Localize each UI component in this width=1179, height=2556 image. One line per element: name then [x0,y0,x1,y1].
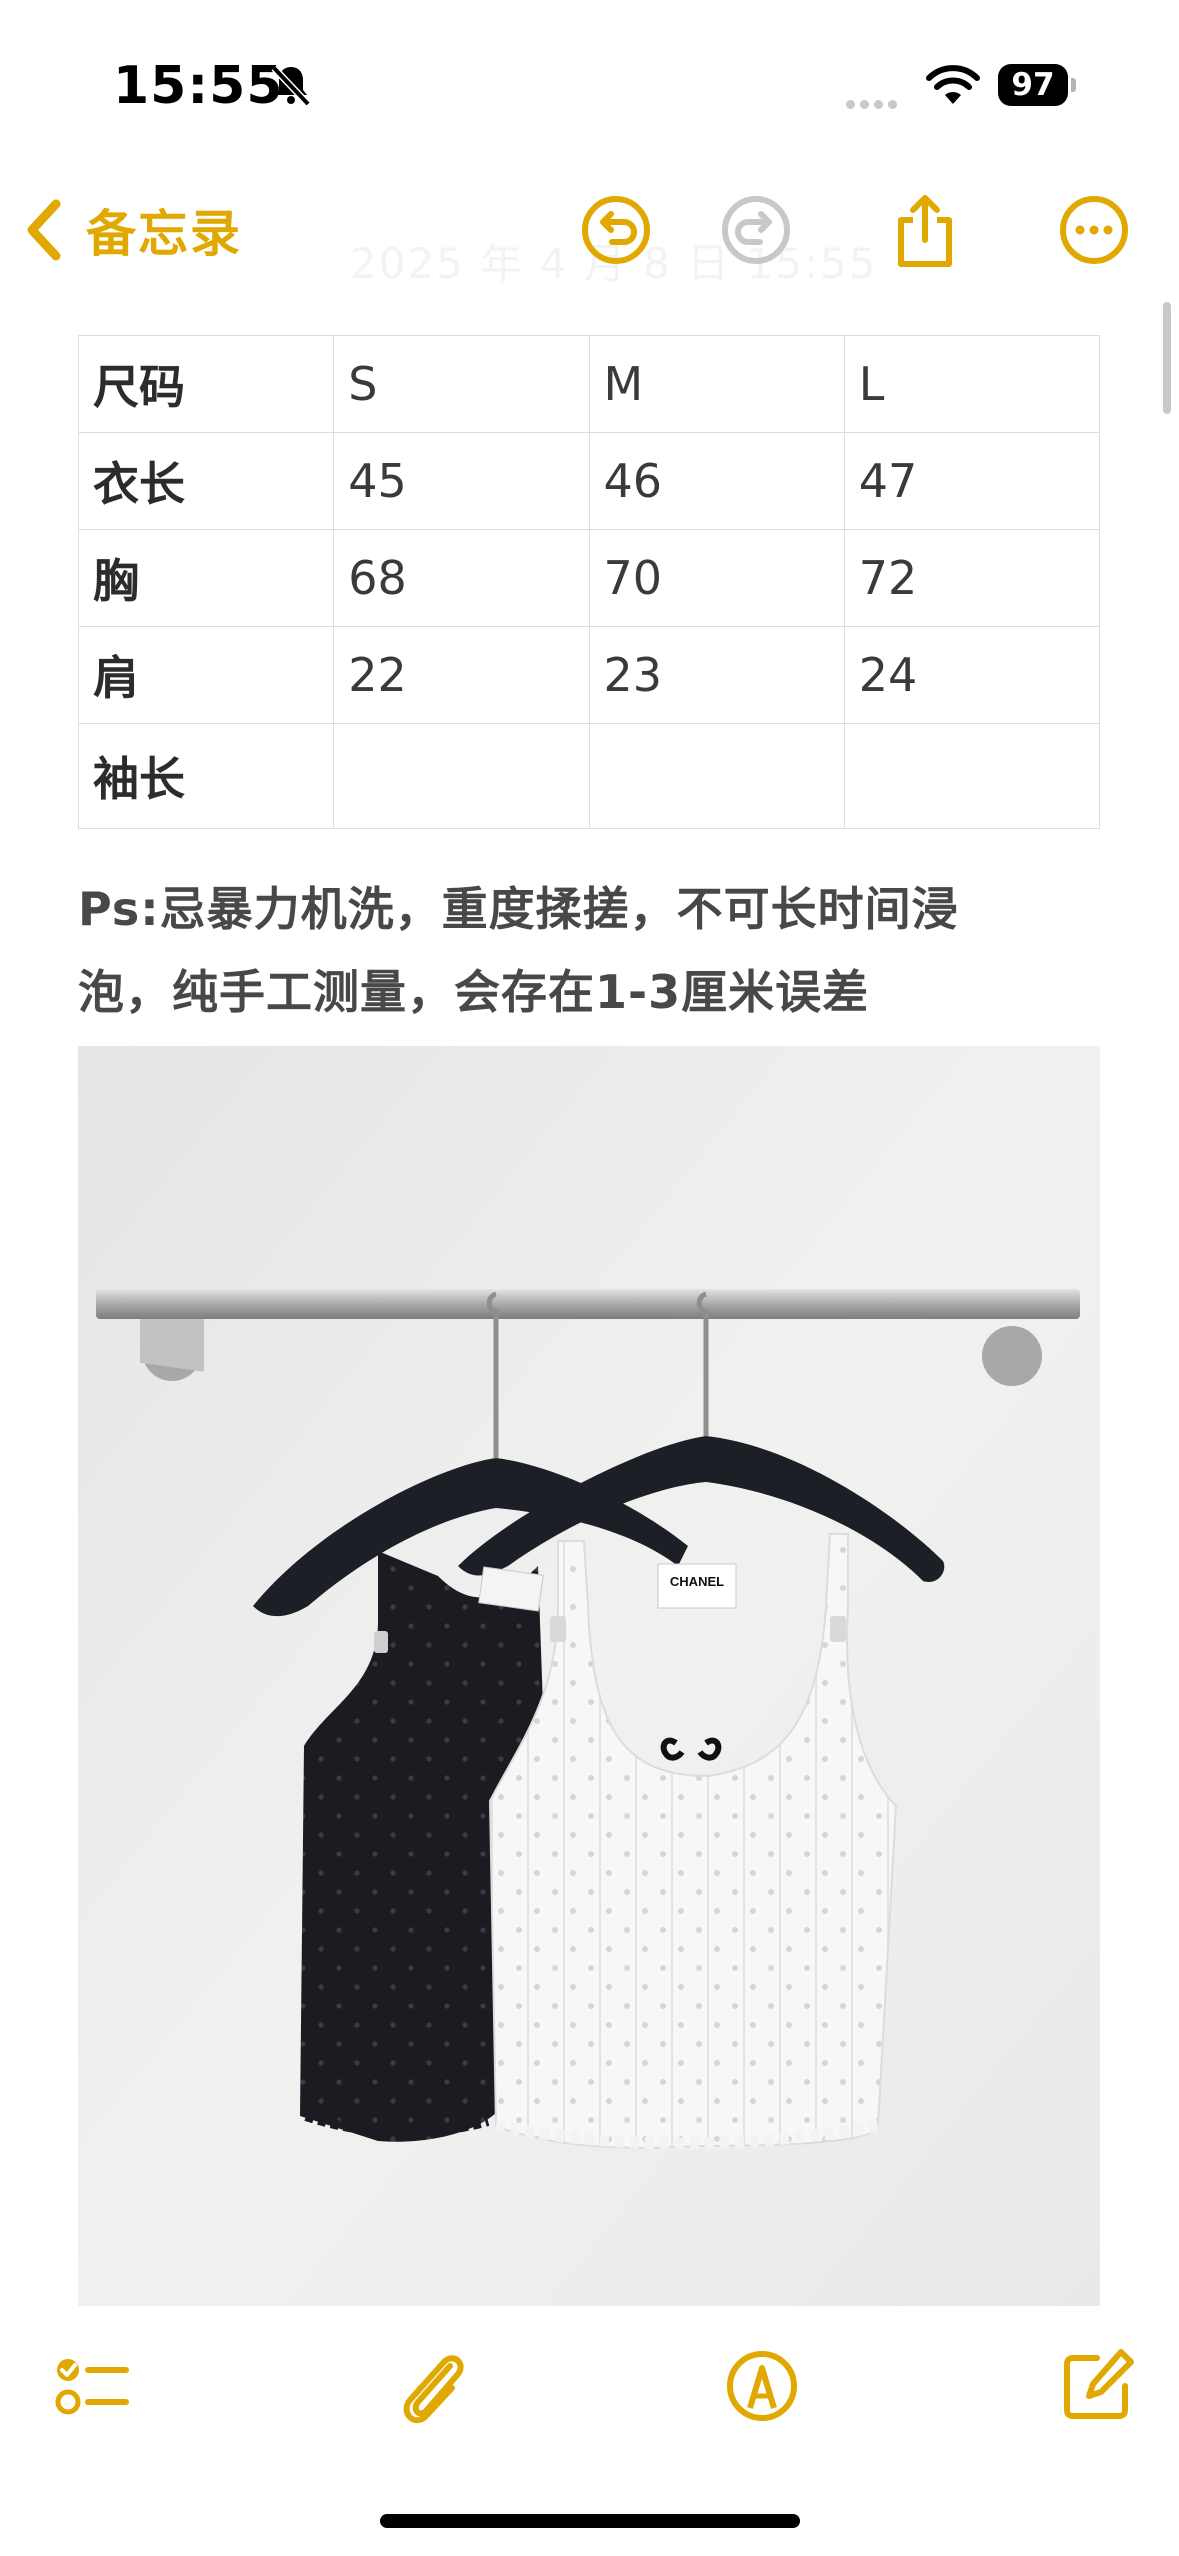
back-button[interactable]: 备忘录 [22,188,242,272]
note-line: Ps:忌暴力机洗，重度揉搓，不可长时间浸 [78,882,959,936]
brand-tag-text: CHANEL [670,1574,724,1589]
table-cell[interactable]: 47 [843,432,1101,530]
size-table: 尺码 S M L 衣长 45 46 47 胸 68 70 72 肩 22 23 … [77,335,1101,829]
more-icon[interactable] [1056,192,1132,268]
product-photo-illustration: CHANEL [78,1046,1100,2306]
table-cell[interactable]: 24 [843,626,1101,724]
share-icon[interactable] [887,192,963,268]
cellular-icon [846,94,902,113]
table-cell[interactable]: 46 [588,432,845,530]
chevron-left-icon [27,199,61,261]
table-cell[interactable]: 70 [588,529,845,627]
note-line: 泡，纯手工测量，会存在1-3厘米误差 [78,965,870,1019]
redo-icon[interactable] [718,192,794,268]
table-cell[interactable]: 23 [588,626,845,724]
home-indicator[interactable] [380,2514,800,2528]
table-cell[interactable]: 45 [333,432,590,530]
nav-bar: 备忘录 2025 年 4 月 8 日 15:55 [0,180,1179,288]
table-cell[interactable]: S [333,335,590,433]
table-cell[interactable]: 72 [843,529,1101,627]
undo-icon[interactable] [578,192,654,268]
battery-icon: 97 [998,64,1076,108]
table-cell[interactable]: 68 [333,529,590,627]
table-cell[interactable] [843,723,1101,829]
attachment-icon[interactable] [392,2346,472,2426]
table-row: 衣长 45 46 47 [77,432,1101,530]
bell-slash-icon [271,65,311,107]
table-cell[interactable] [588,723,845,829]
row-label[interactable]: 胸 [77,529,335,627]
table-row: 袖长 [77,723,1101,829]
compose-icon[interactable] [1057,2346,1137,2426]
note-body[interactable]: Ps:忌暴力机洗，重度揉搓，不可长时间浸 泡，纯手工测量，会存在1-3厘米误差 [78,868,1108,1034]
table-row: 胸 68 70 72 [77,529,1101,627]
table-cell[interactable] [333,723,590,829]
status-time: 15:55 [113,56,284,116]
status-bar: 15:55 97 [0,0,1179,150]
battery-level: 97 [1011,67,1055,103]
table-cell[interactable]: 22 [333,626,590,724]
table-row: 肩 22 23 24 [77,626,1101,724]
wifi-icon [926,65,980,104]
row-label[interactable]: 袖长 [77,723,335,829]
table-cell[interactable]: L [843,335,1101,433]
back-label: 备忘录 [86,205,242,263]
scroll-indicator[interactable] [1163,302,1171,414]
product-photo[interactable]: CHANEL [78,1046,1100,2306]
markup-icon[interactable] [722,2346,802,2426]
table-row: 尺码 S M L [77,335,1101,433]
table-cell[interactable]: M [588,335,845,433]
row-label[interactable]: 肩 [77,626,335,724]
row-label[interactable]: 衣长 [77,432,335,530]
row-label[interactable]: 尺码 [77,335,335,433]
checklist-icon[interactable] [52,2346,132,2426]
